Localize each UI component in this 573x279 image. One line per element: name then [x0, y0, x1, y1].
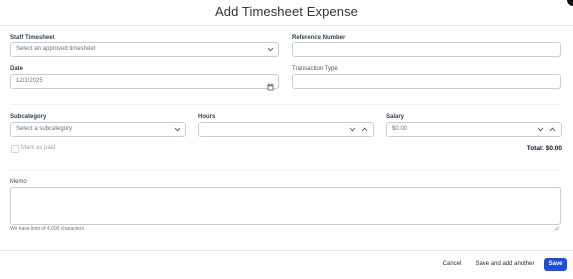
save-button[interactable]: Save — [544, 258, 567, 271]
salary-label: Salary — [386, 114, 405, 120]
reference-number-input[interactable] — [292, 42, 561, 57]
memo-textarea[interactable] — [10, 187, 561, 231]
chevron-down-icon — [174, 127, 181, 132]
section-divider — [10, 170, 561, 171]
reference-number-label: Reference Number — [292, 35, 346, 41]
section-divider — [10, 104, 561, 105]
chevron-down-icon — [267, 47, 274, 52]
salary-value: $0.00 — [392, 126, 408, 132]
transaction-type-label: Transaction Type — [292, 66, 338, 72]
chevron-up-icon[interactable] — [361, 127, 368, 132]
date-input[interactable]: 12/1/2025 — [10, 74, 279, 91]
cancel-button[interactable]: Cancel — [439, 258, 465, 271]
subcategory-label: Subcategory — [10, 114, 47, 120]
save-and-add-another-button[interactable]: Save and add another — [472, 258, 538, 271]
hours-label: Hours — [198, 114, 216, 120]
memo-label: Memo — [10, 179, 27, 185]
salary-input[interactable]: $0.00 — [386, 122, 562, 137]
chevron-down-icon[interactable] — [349, 127, 356, 132]
subcategory-select[interactable]: Select a subcategory — [10, 122, 186, 137]
footer-divider — [0, 250, 573, 251]
resize-handle-icon[interactable] — [554, 218, 559, 231]
staff-timesheet-label: Staff Timesheet — [10, 35, 55, 41]
chevron-down-icon[interactable] — [537, 127, 544, 132]
date-value: 12/1/2025 — [16, 78, 43, 84]
total-amount: Total: $0.00 — [526, 145, 562, 152]
staff-timesheet-select[interactable]: Select an approved timesheet — [10, 42, 279, 57]
modal-title: Add Timesheet Expense — [214, 4, 359, 19]
transaction-type-input[interactable] — [292, 74, 561, 89]
staff-timesheet-placeholder: Select an approved timesheet — [16, 46, 96, 52]
hours-input[interactable] — [198, 122, 374, 137]
memo-hint: We have limit of 4,000 characters — [10, 226, 85, 232]
header-divider — [0, 25, 573, 26]
mark-as-paid-checkbox[interactable] — [11, 145, 19, 153]
chevron-up-icon[interactable] — [549, 127, 556, 132]
date-label: Date — [10, 66, 24, 72]
calendar-icon[interactable] — [267, 78, 274, 91]
subcategory-placeholder: Select a subcategory — [16, 126, 73, 132]
mark-as-paid-label: Mark as paid — [21, 145, 56, 151]
